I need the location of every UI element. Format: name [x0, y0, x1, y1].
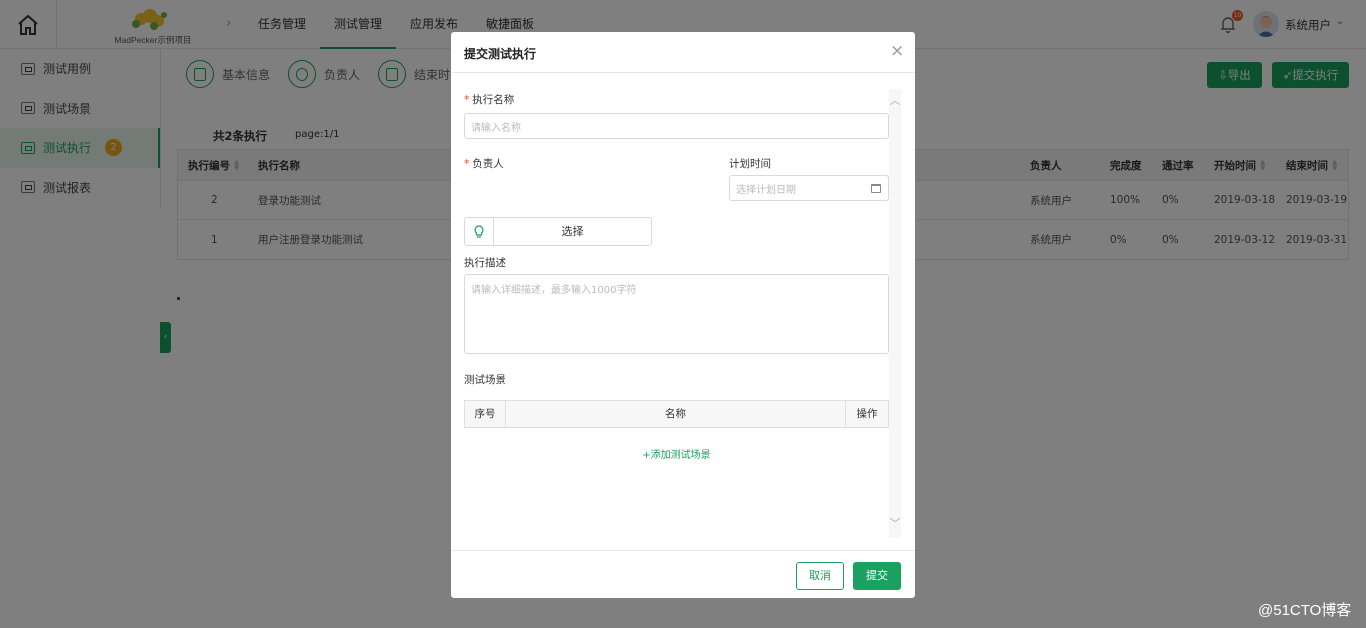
calendar-icon: [871, 184, 881, 193]
dialog-title: 提交测试执行: [464, 47, 537, 61]
required-mark: *: [464, 158, 470, 170]
col-action: 操作: [856, 408, 878, 420]
exec-name-label: * 执行名称: [464, 94, 515, 106]
scene-label: 测试场景: [464, 374, 506, 386]
close-icon[interactable]: ×: [890, 42, 904, 60]
submit-button[interactable]: 提交: [853, 562, 901, 590]
scene-table-header: 序号 名称 操作: [464, 400, 889, 428]
dialog-scrollbar[interactable]: ︿ ﹀: [889, 89, 901, 538]
submit-execution-dialog: 提交测试执行 × * 执行名称 请输入名称 * 负责人 选择 计划时间 选择计划日期…: [451, 32, 915, 598]
desc-label: 执行描述: [464, 257, 506, 269]
dialog-body: * 执行名称 请输入名称 * 负责人 选择 计划时间 选择计划日期 执行描述 请输入…: [451, 73, 915, 550]
plan-date-picker[interactable]: 选择计划日期: [729, 175, 889, 201]
add-scene-link[interactable]: +添加测试场景: [451, 446, 902, 461]
chevron-up-icon[interactable]: ︿: [889, 95, 901, 107]
dialog-header: 提交测试执行 ×: [451, 32, 915, 73]
owner-label: * 负责人: [464, 158, 504, 170]
owner-picker: 选择: [464, 217, 652, 246]
owner-select-button[interactable]: 选择: [494, 218, 651, 245]
exec-name-input[interactable]: 请输入名称: [464, 113, 889, 139]
plan-date-placeholder: 选择计划日期: [736, 184, 796, 196]
col-name: 名称: [506, 401, 846, 427]
watermark: @51CTO博客: [1258, 602, 1352, 619]
dialog-footer: 取消 提交: [451, 550, 915, 598]
cancel-button[interactable]: 取消: [796, 562, 844, 590]
desc-textarea[interactable]: 请输入详细描述，最多输入1000字符: [464, 274, 889, 354]
plan-time-label: 计划时间: [729, 158, 771, 170]
required-mark: *: [464, 94, 470, 106]
chevron-down-icon[interactable]: ﹀: [889, 518, 901, 530]
lightbulb-icon: [465, 218, 494, 245]
col-index: 序号: [465, 401, 506, 427]
